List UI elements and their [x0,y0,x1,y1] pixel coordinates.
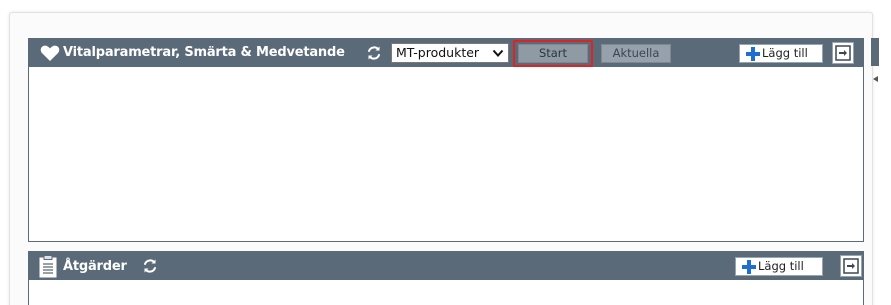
start-button[interactable]: Start [518,44,588,63]
refresh-icon[interactable] [366,45,382,61]
product-select-value: MT-produkter [396,45,480,60]
actions-panel: Åtgärder Lägg till [28,251,864,305]
vitals-panel: Vitalparametrar, Smärta & Medvetande MT-… [28,38,864,242]
add-button[interactable]: Lägg till [735,257,823,276]
actions-panel-header: Åtgärder Lägg till [29,252,863,280]
expand-button[interactable] [840,255,862,277]
clipboard-icon [39,255,57,278]
adjacent-panel-header [871,38,879,66]
plus-icon [742,260,756,274]
chevron-down-icon [492,49,504,57]
actions-panel-title: Åtgärder [63,259,127,274]
expand-button[interactable] [832,42,854,64]
add-button-label: Lägg till [762,46,808,60]
add-button-label: Lägg till [758,259,804,273]
scroll-arrow-icon[interactable] [872,75,879,83]
aktuella-button[interactable]: Aktuella [601,44,671,63]
refresh-icon[interactable] [142,258,158,274]
heart-icon [40,45,60,61]
product-select[interactable]: MT-produkter [391,43,509,63]
vitals-panel-header: Vitalparametrar, Smärta & Medvetande MT-… [29,39,863,67]
vitals-panel-title: Vitalparametrar, Smärta & Medvetande [63,45,345,60]
page: Vitalparametrar, Smärta & Medvetande MT-… [0,0,891,305]
add-button[interactable]: Lägg till [739,44,823,63]
expand-icon [843,258,859,274]
plus-icon [746,47,760,61]
expand-icon [835,45,851,61]
